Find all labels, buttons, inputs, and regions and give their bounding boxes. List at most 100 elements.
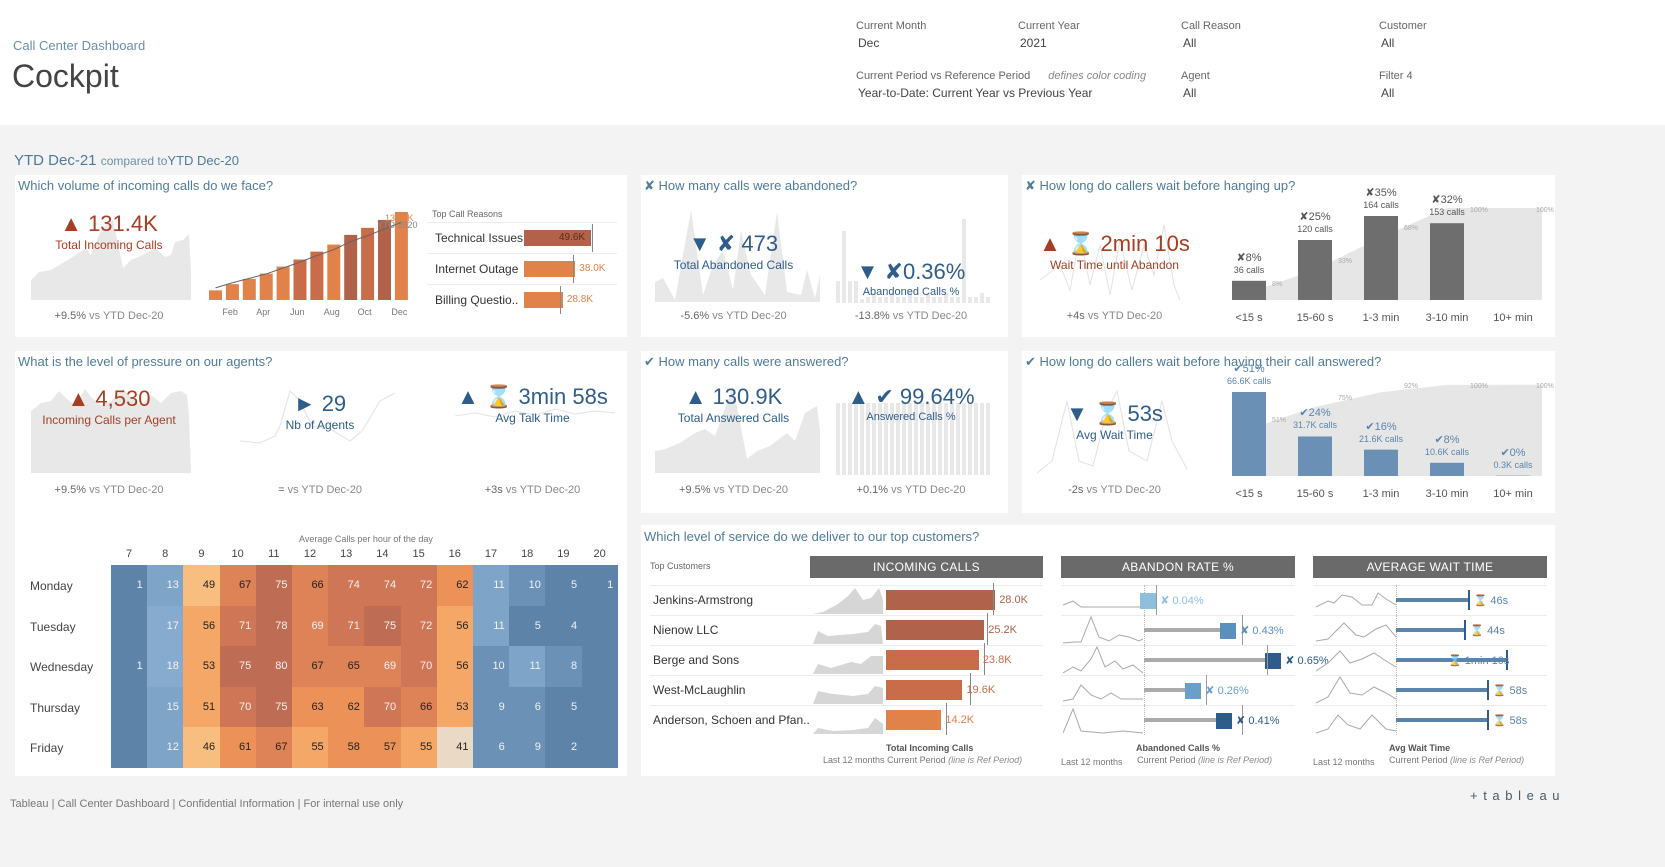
heatmap-cell[interactable]: 75 bbox=[255, 686, 293, 728]
heatmap-cell[interactable]: 10 bbox=[509, 565, 546, 606]
heatmap-cell[interactable] bbox=[111, 727, 148, 768]
heatmap-cell[interactable]: 57 bbox=[364, 727, 402, 768]
heatmap-cell[interactable]: 5 bbox=[545, 686, 583, 728]
heatmap-cell[interactable]: 67 bbox=[292, 646, 329, 687]
hour-label: 18 bbox=[521, 548, 534, 560]
heatmap-cell[interactable]: 17 bbox=[147, 605, 184, 647]
heatmap-cell[interactable]: 75 bbox=[219, 646, 257, 687]
heatmap-cell[interactable]: 12 bbox=[147, 727, 184, 768]
heatmap-cell[interactable]: 49 bbox=[183, 565, 221, 606]
abandon-marker bbox=[1140, 593, 1157, 609]
answered-comparison-text: vs YTD Dec-20 bbox=[713, 484, 788, 496]
hangup-bucket-pct: ✘8% bbox=[1236, 251, 1262, 264]
heatmap-cell[interactable]: 62 bbox=[328, 686, 365, 728]
heatmap-cell[interactable]: 4 bbox=[545, 605, 583, 647]
heatmap-cell[interactable]: 41 bbox=[436, 727, 474, 768]
heatmap-cell[interactable]: 10 bbox=[473, 646, 510, 687]
heatmap-cell[interactable]: 51 bbox=[183, 686, 221, 728]
heatmap-cell[interactable]: 70 bbox=[219, 686, 257, 728]
heatmap-cell[interactable]: 72 bbox=[400, 605, 438, 647]
heatmap-cell[interactable]: 6 bbox=[509, 686, 546, 728]
month-tick: Feb bbox=[222, 307, 238, 317]
total-answered-value: ▲ 130.9K bbox=[684, 384, 783, 409]
heatmap-cell[interactable]: 55 bbox=[292, 727, 329, 768]
heatmap-cell[interactable]: 53 bbox=[183, 646, 221, 687]
heatmap-cell[interactable]: 69 bbox=[292, 605, 329, 647]
current-period: YTD Dec-21 bbox=[14, 152, 97, 169]
heatmap-cell[interactable]: 2 bbox=[545, 727, 583, 768]
heatmap-cell[interactable]: 66 bbox=[400, 686, 438, 728]
heatmap-cell[interactable]: 74 bbox=[364, 565, 402, 606]
heatmap-cell[interactable]: 53 bbox=[436, 686, 474, 728]
heatmap-cell[interactable]: 80 bbox=[255, 646, 293, 687]
heatmap-cell[interactable] bbox=[111, 605, 148, 647]
customer-name[interactable]: Anderson, Schoen and Pfan.. bbox=[653, 713, 810, 727]
customer-calls-value: 19.6K bbox=[966, 684, 996, 696]
heatmap-cell[interactable]: 9 bbox=[509, 727, 546, 768]
heatmap-cell[interactable]: 1 bbox=[111, 565, 148, 606]
filter-current-year[interactable]: 2021 bbox=[1020, 36, 1047, 50]
heatmap-cell[interactable]: 11 bbox=[473, 605, 510, 647]
heatmap-cell[interactable]: 65 bbox=[328, 646, 365, 687]
wait-answer-bucket-pct: ✔8% bbox=[1434, 433, 1460, 446]
heatmap-cell[interactable]: 6 bbox=[473, 727, 510, 768]
heatmap-cell[interactable]: 11 bbox=[509, 646, 546, 687]
wait-answer-title: ✔ How long do callers wait before having… bbox=[1025, 354, 1382, 369]
heatmap-cell[interactable]: 56 bbox=[436, 646, 474, 687]
filter-agent[interactable]: All bbox=[1183, 86, 1196, 100]
heatmap-cell[interactable]: 15 bbox=[147, 686, 184, 728]
hour-label: 14 bbox=[376, 548, 389, 560]
filter-call-reason-label: Call Reason bbox=[1181, 20, 1241, 32]
customer-name[interactable]: West-McLaughlin bbox=[653, 683, 745, 697]
heatmap-cell[interactable]: 13 bbox=[147, 565, 184, 606]
heatmap-cell[interactable]: 9 bbox=[473, 686, 510, 728]
filter-customer[interactable]: All bbox=[1381, 36, 1394, 50]
heatmap-cell[interactable] bbox=[581, 646, 619, 687]
heatmap-cell[interactable]: 70 bbox=[364, 686, 402, 728]
pressure-title: What is the level of pressure on our age… bbox=[18, 354, 273, 369]
month-bar bbox=[378, 219, 391, 300]
heatmap-cell[interactable] bbox=[111, 686, 148, 728]
heatmap-cell[interactable]: 1 bbox=[581, 565, 619, 606]
heatmap-cell[interactable]: 8 bbox=[545, 646, 583, 687]
heatmap-cell[interactable]: 61 bbox=[219, 727, 257, 768]
heatmap-cell[interactable]: 67 bbox=[255, 727, 293, 768]
customer-name[interactable]: Jenkins-Armstrong bbox=[653, 593, 753, 607]
heatmap-cell[interactable]: 63 bbox=[292, 686, 329, 728]
foot-wait-last12: Last 12 months bbox=[1313, 757, 1375, 767]
heatmap-cell[interactable]: 66 bbox=[292, 565, 329, 606]
heatmap-cell[interactable] bbox=[581, 605, 619, 647]
heatmap-cell[interactable]: 1 bbox=[111, 646, 148, 687]
customer-name[interactable]: Nienow LLC bbox=[653, 623, 718, 637]
customer-name[interactable]: Berge and Sons bbox=[653, 653, 739, 667]
heatmap-cell[interactable]: 58 bbox=[328, 727, 365, 768]
heatmap-cell[interactable]: 56 bbox=[183, 605, 221, 647]
filter-period[interactable]: Year-to-Date: Current Year vs Previous Y… bbox=[858, 86, 1092, 100]
heatmap-cell[interactable]: 67 bbox=[219, 565, 257, 606]
heatmap-cell[interactable] bbox=[581, 727, 619, 768]
filter-call-reason[interactable]: All bbox=[1183, 36, 1196, 50]
heatmap-cell[interactable]: 62 bbox=[436, 565, 474, 606]
heatmap-cell[interactable]: 5 bbox=[545, 565, 583, 606]
heatmap-cell[interactable]: 18 bbox=[147, 646, 184, 687]
heatmap-cell[interactable]: 11 bbox=[473, 565, 510, 606]
heatmap-cell[interactable]: 56 bbox=[436, 605, 474, 647]
filter-4[interactable]: All bbox=[1381, 86, 1394, 100]
heatmap-cell[interactable]: 46 bbox=[183, 727, 221, 768]
heatmap-cell[interactable]: 75 bbox=[364, 605, 402, 647]
heatmap-cell[interactable]: 75 bbox=[255, 565, 293, 606]
heatmap-cell[interactable]: 70 bbox=[400, 646, 438, 687]
heatmap-cell[interactable] bbox=[581, 686, 619, 728]
filter-current-month[interactable]: Dec bbox=[858, 36, 879, 50]
heatmap-cell[interactable]: 71 bbox=[219, 605, 257, 647]
heatmap-cell[interactable]: 71 bbox=[328, 605, 365, 647]
tableau-logo[interactable]: + t a b l e a u bbox=[1470, 788, 1561, 803]
heatmap-cell[interactable]: 55 bbox=[400, 727, 438, 768]
heatmap-cell[interactable]: 69 bbox=[364, 646, 402, 687]
heatmap-cell[interactable]: 5 bbox=[509, 605, 546, 647]
heatmap-cell[interactable]: 78 bbox=[255, 605, 293, 647]
heatmap-cell[interactable]: 74 bbox=[328, 565, 365, 606]
day-label: Friday bbox=[30, 741, 64, 755]
foot-abandon-current: Current Period bbox=[1137, 755, 1196, 765]
heatmap-cell[interactable]: 72 bbox=[400, 565, 438, 606]
